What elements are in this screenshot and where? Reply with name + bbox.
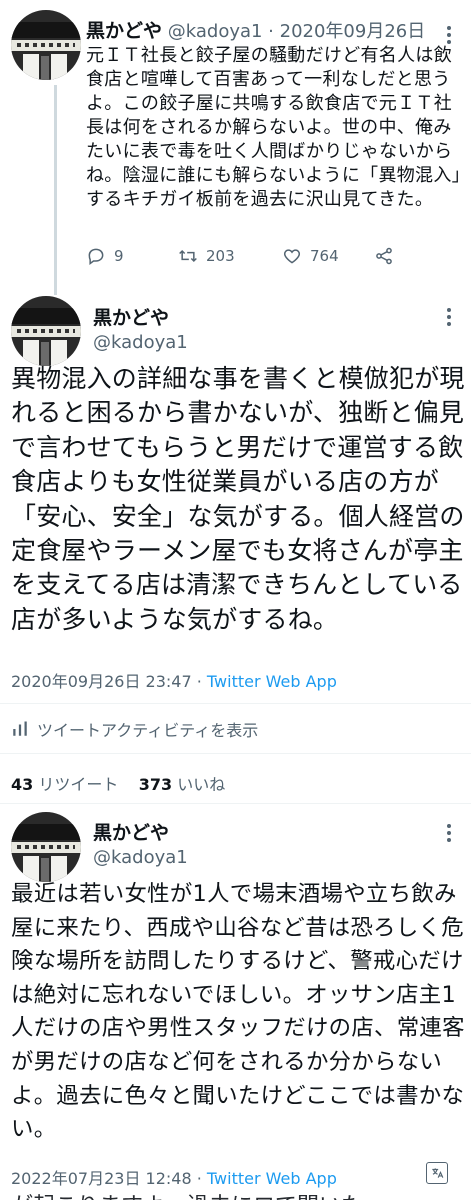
tweet-timestamp: 2020年09月26日 23:47 · Twitter Web App — [11, 668, 337, 692]
reply-count: 9 — [114, 247, 124, 265]
share-icon — [376, 247, 392, 265]
divider — [0, 803, 471, 804]
more-options-icon[interactable] — [447, 26, 453, 46]
avatar-lantern — [51, 54, 67, 80]
divider — [0, 753, 471, 754]
divider — [0, 703, 471, 704]
avatar[interactable] — [11, 812, 81, 882]
retweet-button[interactable]: 203 — [178, 246, 235, 266]
display-name[interactable]: 黒かどや — [93, 303, 169, 330]
more-options-icon[interactable] — [447, 824, 453, 844]
tweet-timestamp: 2022年07月23日 12:48 · Twitter Web App — [11, 1165, 337, 1189]
tweet-text: 異物混入の詳細な事を書くと模倣犯が現れると困るから書かないが、独断と偏見で言わせ… — [11, 364, 465, 634]
avatar-lantern — [23, 54, 39, 80]
thread-line — [54, 85, 57, 295]
heart-icon — [283, 249, 301, 264]
translate-icon[interactable] — [426, 1162, 448, 1184]
like-button[interactable]: 764 — [282, 246, 339, 266]
avatar[interactable] — [11, 10, 81, 80]
source-link[interactable]: Twitter Web App — [207, 672, 337, 691]
avatar-sign — [11, 842, 81, 853]
next-line-cutoff: が起こりますよ。過去にロで聞いた — [11, 1188, 363, 1200]
retweet-count: 203 — [206, 247, 235, 265]
likes-count: 373 — [138, 775, 173, 794]
likes-stat[interactable]: 373 いいね — [139, 775, 226, 794]
more-options-icon[interactable] — [447, 308, 453, 328]
tweet-text: 元ＩＴ社長と餃子屋の騒動だけど有名人は飲食店と喧嘩して百害あって一利なしだと思う… — [86, 45, 461, 210]
like-count: 764 — [310, 247, 339, 265]
share-button[interactable] — [374, 246, 394, 266]
tweet-activity-link[interactable]: ツイートアクティビティを表示 — [11, 717, 258, 741]
likes-label: いいね — [172, 775, 226, 794]
avatar-door — [41, 56, 49, 80]
retweets-label: リツイート — [33, 775, 119, 794]
avatar-roof — [11, 22, 81, 38]
display-name[interactable]: 黒かどや — [86, 20, 162, 42]
avatar-sign — [11, 40, 81, 51]
retweets-stat[interactable]: 43 リツイート — [11, 775, 118, 794]
source-link[interactable]: Twitter Web App — [207, 1169, 337, 1188]
reply-button[interactable]: 9 — [86, 246, 124, 266]
analytics-icon — [13, 721, 27, 736]
display-name[interactable]: 黒かどや — [93, 818, 169, 845]
tweet1-header: 黒かどや @kadoya1 · 2020年09月26日 — [86, 16, 425, 43]
activity-label: ツイートアクティビティを表示 — [37, 721, 259, 740]
timestamp[interactable]: 2020年09月26日 23:47 · — [11, 672, 207, 691]
retweet-icon — [179, 249, 197, 263]
retweets-count: 43 — [11, 775, 34, 794]
handle[interactable]: @kadoya1 — [93, 332, 188, 353]
tweet-text: 最近は若い女性が1人で場末酒場や立ち飲み屋に来たり、西成や山谷など昔は恐ろしく危… — [11, 881, 465, 1143]
handle-date[interactable]: @kadoya1 · 2020年09月26日 — [168, 21, 426, 42]
tweet-actions: 9 203 764 — [86, 246, 406, 270]
timestamp[interactable]: 2022年07月23日 12:48 · — [11, 1169, 207, 1188]
avatar[interactable] — [11, 296, 81, 366]
engagement-stats: 43 リツイート 373 いいね — [11, 771, 225, 795]
avatar-roof — [11, 308, 81, 324]
handle[interactable]: @kadoya1 — [93, 847, 188, 868]
avatar-roof — [11, 824, 81, 840]
reply-icon — [88, 248, 104, 265]
avatar-sign — [11, 326, 81, 337]
